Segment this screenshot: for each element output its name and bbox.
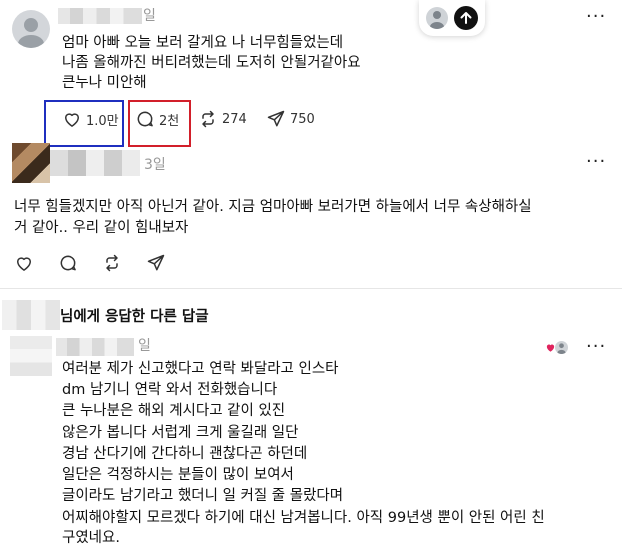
share-button[interactable]: 750 <box>266 109 315 129</box>
like-button[interactable]: 1.0만 <box>62 109 119 129</box>
post-time: 일 <box>143 8 156 24</box>
like-button[interactable] <box>14 253 34 273</box>
post-line: 큰 누나분은 해외 계시다고 같이 있진 <box>62 403 286 419</box>
share-button[interactable] <box>146 253 166 273</box>
avatar[interactable] <box>12 143 50 183</box>
user-icon[interactable] <box>426 7 448 29</box>
heart-icon <box>17 257 31 271</box>
heart-icon <box>65 113 79 127</box>
post-line: dm 남기니 연락 와서 전화했습니다 <box>62 382 278 398</box>
like-count: 1.0만 <box>86 113 119 129</box>
reply-button[interactable] <box>58 253 78 273</box>
arrow-up-icon[interactable] <box>454 6 478 30</box>
username-redacted <box>2 300 60 330</box>
reply-button[interactable]: 2천 <box>135 109 179 129</box>
share-icon <box>267 110 285 127</box>
share-icon <box>147 254 165 271</box>
post-line: 일단은 걱정하시는 분들이 많이 보여서 <box>62 467 294 483</box>
liked-by-avatars[interactable] <box>545 341 568 354</box>
post-line: 너무 힘들겠지만 아직 아닌거 같아. 지금 엄마아빠 보러가면 하늘에서 너무… <box>14 199 532 215</box>
username-redacted <box>58 8 142 24</box>
section-header: 님에게 응답한 다른 답글 <box>60 309 209 325</box>
post-line: 엄마 아빠 오늘 보러 갈게요 나 너무힘들었는데 <box>62 35 344 51</box>
repost-icon <box>202 110 214 128</box>
repost-count: 274 <box>222 111 247 127</box>
repost-button[interactable]: 274 <box>198 109 247 129</box>
post-time: 3일 <box>144 157 166 173</box>
comment-icon <box>60 255 76 271</box>
post-line: 나좀 올해까진 버티려했는데 도저히 안될거같아요 <box>62 55 361 71</box>
more-icon[interactable]: ··· <box>586 6 606 27</box>
post-line: 경남 산다기에 간다하니 괜찮다곤 하던데 <box>62 446 308 462</box>
comment-icon <box>137 111 153 127</box>
username-redacted <box>56 338 134 356</box>
post-time: 일 <box>138 338 151 354</box>
post-line: 않은가 봅니다 서럽게 크게 울길래 일단 <box>62 425 299 441</box>
post-line: 거 같아.. 우리 같이 힘내보자 <box>14 220 189 236</box>
repost-icon <box>106 254 118 272</box>
repost-button[interactable] <box>102 253 122 273</box>
post-line: 구였네요. <box>62 530 120 546</box>
avatar[interactable] <box>12 10 50 48</box>
more-icon[interactable]: ··· <box>586 151 606 172</box>
post-line: 글이라도 남기라고 했더니 일 커질 줄 몰랐다며 <box>62 488 344 504</box>
post-line: 어찌해야할지 모르겠다 하기에 대신 남겨봅니다. 아직 99년생 뿐이 안된 … <box>62 510 545 526</box>
post-line: 큰누나 미안해 <box>62 75 147 91</box>
share-count: 750 <box>290 111 315 127</box>
avatar[interactable] <box>10 336 52 376</box>
floating-pill <box>419 0 485 36</box>
more-icon[interactable]: ··· <box>586 336 606 357</box>
post-line: 여러분 제가 신고했다고 연락 봐달라고 인스타 <box>62 361 339 377</box>
username-redacted <box>50 150 140 176</box>
reply-count: 2천 <box>159 113 180 129</box>
divider <box>0 288 622 289</box>
user-icon <box>555 341 568 354</box>
